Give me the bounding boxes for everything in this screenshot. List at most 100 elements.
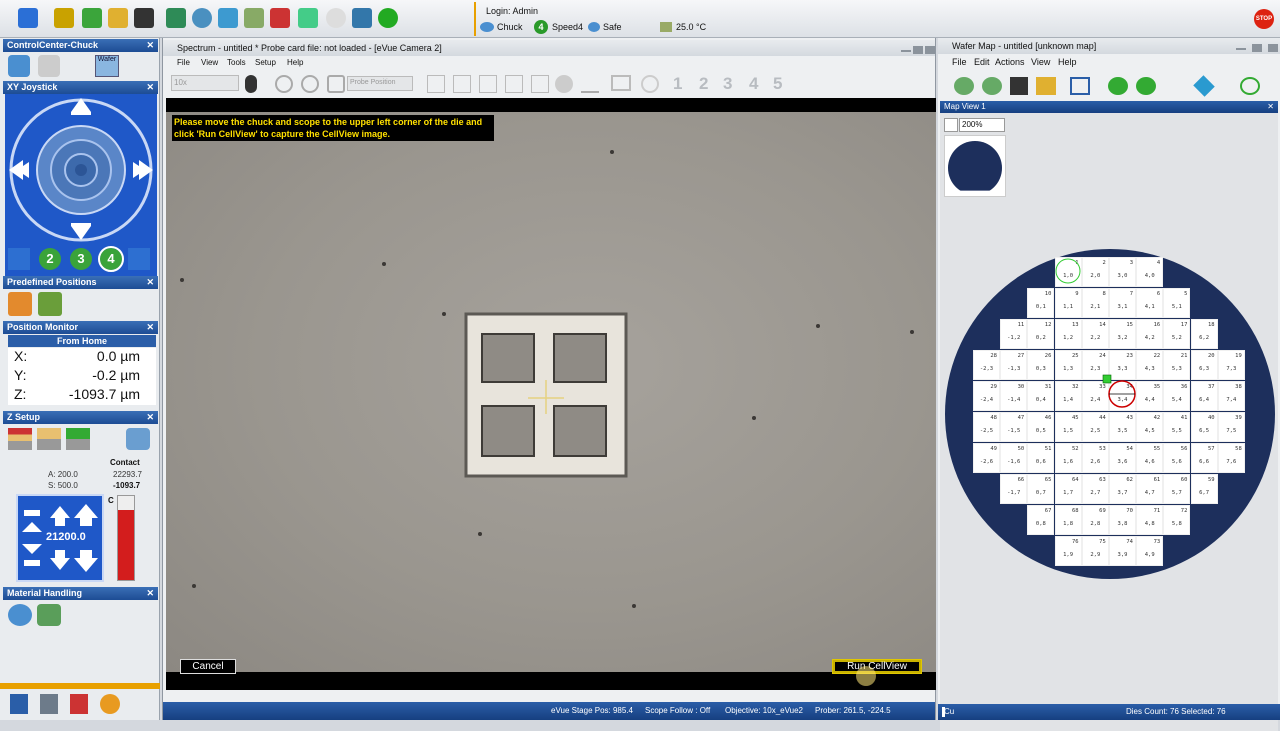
transfer-wafer-icon[interactable] — [37, 604, 61, 626]
run-cellview-button[interactable]: Run CellView — [832, 659, 922, 674]
gear-icon[interactable] — [100, 694, 120, 714]
camera-menu: File View Tools Setup Help — [163, 56, 935, 70]
screen-icon[interactable] — [10, 694, 28, 714]
maximize-icon[interactable] — [1252, 44, 1262, 52]
menu-actions[interactable]: Actions — [995, 57, 1025, 67]
layout-icon[interactable] — [427, 75, 445, 93]
z-step-value: 21200.0 — [46, 531, 86, 543]
center-position-icon[interactable] — [38, 292, 62, 316]
home-position-icon[interactable] — [8, 292, 32, 316]
hierarchy-icon[interactable] — [166, 8, 186, 28]
material-header: Material Handling ✕ — [3, 587, 158, 600]
wafer-tab[interactable]: Wafer — [95, 55, 119, 77]
menu-view[interactable]: View — [201, 58, 218, 67]
minimize-icon[interactable] — [901, 50, 911, 52]
step-left-icon[interactable] — [1108, 77, 1128, 95]
probe-2-icon[interactable] — [505, 75, 523, 93]
grid-icon[interactable] — [1070, 77, 1090, 95]
wafer-title-bar: Wafer Map - untitled [unknown map] — [938, 38, 1280, 54]
microscope-image[interactable]: Please move the chuck and scope to the u… — [166, 112, 936, 672]
close-icon[interactable]: ✕ — [146, 81, 154, 94]
camera-viewport[interactable]: Please move the chuck and scope to the u… — [166, 98, 936, 690]
close-icon[interactable] — [1268, 44, 1278, 52]
step-right-icon[interactable] — [1136, 77, 1156, 95]
number-2[interactable]: 2 — [699, 74, 708, 94]
close-icon[interactable]: ✕ — [146, 276, 154, 289]
z-control-pad[interactable]: 21200.0 — [16, 494, 104, 582]
probe-tab-icon[interactable] — [38, 55, 60, 77]
menu-edit[interactable]: Edit — [974, 57, 990, 67]
close-icon[interactable]: ✕ — [146, 587, 154, 600]
menu-view[interactable]: View — [1031, 57, 1050, 67]
speed-2-button[interactable]: 2 — [39, 248, 61, 270]
close-icon[interactable]: ✕ — [146, 39, 154, 52]
z-database-icon[interactable] — [126, 428, 150, 450]
camera-title-bar: Spectrum - untitled * Probe card file: n… — [163, 40, 935, 56]
navigate-icon[interactable] — [1193, 75, 1215, 97]
menu-setup[interactable]: Setup — [255, 58, 276, 67]
triangle-tool-icon[interactable] — [301, 75, 319, 93]
panel-splitter[interactable] — [0, 683, 160, 689]
new-icon[interactable] — [82, 8, 102, 28]
speed-4-button[interactable]: 4 — [98, 246, 124, 272]
speed-max-button[interactable] — [128, 248, 150, 270]
menu-help[interactable]: Help — [287, 58, 303, 67]
probe-icon[interactable] — [270, 8, 290, 28]
close-icon[interactable]: ✕ — [146, 411, 154, 424]
menu-tools[interactable]: Tools — [227, 58, 246, 67]
zoom-fit-icon[interactable] — [1240, 77, 1260, 95]
menu-help[interactable]: Help — [1058, 57, 1077, 67]
instruction-message: Please move the chuck and scope to the u… — [172, 115, 494, 141]
light-bulb-icon[interactable] — [326, 8, 346, 28]
frame-icon[interactable] — [611, 75, 631, 91]
wafer-edit-icon[interactable] — [982, 77, 1002, 95]
chuck-tab-icon[interactable] — [8, 55, 30, 77]
position-monitor-title: Position Monitor — [7, 322, 78, 332]
menu-file[interactable]: File — [177, 58, 190, 67]
close-icon[interactable]: ✕ — [146, 321, 154, 334]
probe-1-icon[interactable] — [479, 75, 497, 93]
menu-file[interactable]: File — [952, 57, 967, 67]
number-3[interactable]: 3 — [723, 74, 732, 94]
cancel-button[interactable]: Cancel — [180, 659, 236, 674]
microscope-icon[interactable] — [352, 8, 372, 28]
open-folder-icon[interactable] — [1036, 77, 1056, 95]
save-icon[interactable] — [1010, 77, 1028, 95]
probe-tool-icon[interactable] — [70, 694, 88, 714]
contact-height-icon[interactable] — [8, 428, 32, 450]
open-folder-icon[interactable] — [108, 8, 128, 28]
stop-button[interactable]: STOP — [1254, 9, 1274, 29]
maximize-icon[interactable] — [913, 46, 923, 54]
circle-tool-icon[interactable] — [275, 75, 293, 93]
separation-height-icon[interactable] — [37, 428, 61, 450]
measure-icon[interactable] — [581, 75, 599, 93]
align-height-icon[interactable] — [66, 428, 90, 450]
camera-icon[interactable] — [555, 75, 573, 93]
number-5[interactable]: 5 — [773, 74, 782, 94]
save-icon[interactable] — [134, 8, 154, 28]
lock-icon[interactable] — [54, 8, 74, 28]
clipboard-icon[interactable] — [40, 694, 58, 714]
number-1[interactable]: 1 — [673, 74, 682, 94]
number-4[interactable]: 4 — [749, 74, 758, 94]
load-wafer-icon[interactable] — [8, 604, 32, 626]
scope-icon[interactable] — [298, 8, 318, 28]
minimize-icon[interactable] — [1236, 48, 1246, 50]
objective-select[interactable]: 10x — [171, 75, 239, 91]
close-icon[interactable] — [925, 46, 935, 54]
gear-tool-icon[interactable] — [327, 75, 345, 93]
capture-icon[interactable] — [453, 75, 471, 93]
chuck-icon[interactable] — [192, 8, 212, 28]
probe-3-icon[interactable] — [531, 75, 549, 93]
app-logo-icon[interactable] — [18, 8, 38, 28]
disc-icon[interactable] — [641, 75, 659, 93]
align-icon[interactable] — [244, 8, 264, 28]
probe-position-select[interactable]: Probe Position — [347, 76, 413, 91]
platen-icon[interactable] — [218, 8, 238, 28]
wafer-new-icon[interactable] — [954, 77, 974, 95]
speed-3-button[interactable]: 3 — [70, 248, 92, 270]
crosshair-icon[interactable] — [378, 8, 398, 28]
probe-pin-icon[interactable] — [245, 75, 257, 93]
speed-1-button[interactable] — [8, 248, 30, 270]
wafer-title: Wafer Map - untitled [unknown map] — [952, 41, 1097, 51]
